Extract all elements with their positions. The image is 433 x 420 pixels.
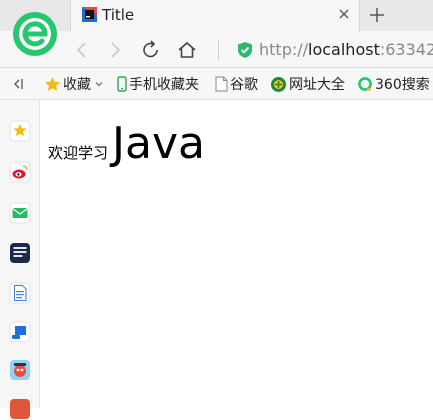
doc-icon[interactable] xyxy=(9,282,31,304)
browser-chrome: Title http://localhost:63342/C xyxy=(0,0,433,68)
browser-logo-icon[interactable] xyxy=(11,10,59,58)
chat-icon[interactable] xyxy=(9,321,31,343)
collapse-sidebar-icon xyxy=(14,79,23,89)
refresh-icon[interactable] xyxy=(140,39,162,61)
home-icon[interactable] xyxy=(176,39,198,61)
bookmark-360-search[interactable]: 360搜索 xyxy=(357,75,430,93)
bookmark-favorites[interactable]: 收藏 xyxy=(44,75,106,93)
mail-icon[interactable] xyxy=(9,202,31,224)
webstorm-favicon-icon xyxy=(82,7,97,22)
bookmark-label: 网址大全 xyxy=(289,77,345,93)
back-icon[interactable] xyxy=(71,39,93,61)
app-icon[interactable] xyxy=(9,398,31,420)
bookmark-site-directory[interactable]: 网址大全 xyxy=(270,75,345,93)
tab-title-page[interactable]: Title xyxy=(70,0,360,32)
news-icon[interactable] xyxy=(9,242,31,264)
url-host: localhost xyxy=(308,40,380,59)
address-bar[interactable]: http://localhost:63342/C xyxy=(259,40,433,59)
page-icon xyxy=(215,76,228,92)
phone-icon xyxy=(117,76,127,92)
close-tab-icon[interactable] xyxy=(336,6,352,22)
forward-icon[interactable] xyxy=(104,39,126,61)
bookmark-mobile-favorites[interactable]: 手机收藏夹 xyxy=(117,75,199,93)
nav-divider xyxy=(218,40,219,60)
chevron-down-icon xyxy=(95,82,103,87)
bookmark-label: 收藏 xyxy=(63,77,91,93)
bookmarks-bar: 收藏 手机收藏夹 谷歌 网址大全 360搜索 xyxy=(0,68,433,100)
game-icon[interactable] xyxy=(9,359,31,381)
bookmark-label: 谷歌 xyxy=(230,77,258,93)
java-heading: Java xyxy=(112,118,205,169)
url-scheme: http:// xyxy=(259,40,309,59)
bookmark-google[interactable]: 谷歌 xyxy=(215,75,258,93)
star-icon xyxy=(45,77,60,91)
weibo-icon[interactable] xyxy=(9,161,31,183)
welcome-text: 欢迎学习 xyxy=(48,144,109,162)
sidebar-toggle-button[interactable] xyxy=(12,75,26,93)
page-content: 欢迎学习Java xyxy=(48,118,205,169)
new-tab-plus-icon[interactable] xyxy=(367,5,387,25)
url-rest: :63342/C xyxy=(379,40,433,59)
star-icon[interactable] xyxy=(9,120,31,142)
bookmark-label: 360搜索 xyxy=(375,77,430,93)
side-panel xyxy=(0,100,40,419)
globe-icon xyxy=(271,76,286,92)
tab-title: Title xyxy=(102,6,135,24)
search-ring-icon xyxy=(358,77,372,92)
navigation-bar: http://localhost:63342/C xyxy=(0,31,433,68)
secure-shield-icon[interactable] xyxy=(237,41,253,59)
bookmark-label: 手机收藏夹 xyxy=(129,77,199,93)
